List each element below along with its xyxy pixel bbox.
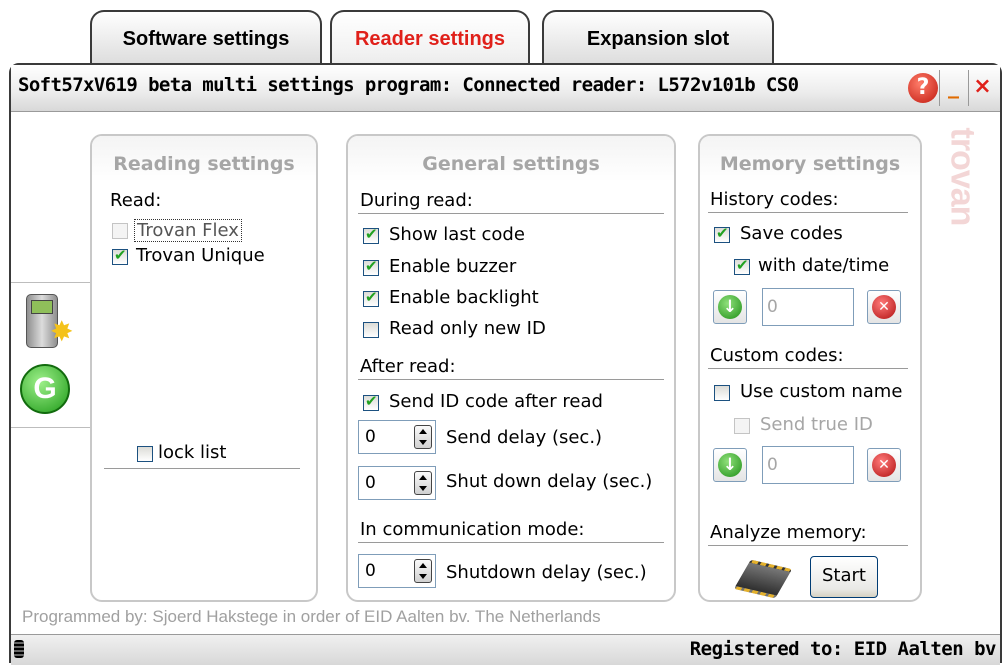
custom-divider	[708, 368, 908, 369]
after-divider	[358, 379, 664, 380]
send-true-id-checkbox[interactable]	[734, 418, 750, 434]
spin-arrows-icon[interactable]	[414, 471, 432, 495]
trovan-watermark: trovan	[932, 128, 992, 260]
close-icon: ×	[973, 74, 992, 99]
use-custom-name-checkbox[interactable]	[714, 385, 730, 401]
lock-list-label: lock list	[158, 442, 227, 463]
spin-arrows-icon[interactable]	[414, 425, 432, 449]
credits-text: Programmed by: Sjoerd Hakstege in order …	[22, 607, 601, 626]
spin-arrows-icon[interactable]	[414, 559, 432, 583]
send-delay-stepper[interactable]: 0	[358, 420, 436, 454]
after-read-label: After read:	[360, 356, 456, 377]
custom-count-field[interactable]: 0	[762, 446, 854, 484]
enable-backlight-label: Enable backlight	[389, 287, 539, 308]
enable-buzzer-label: Enable buzzer	[389, 256, 517, 277]
analyze-memory-label: Analyze memory:	[710, 522, 867, 543]
during-divider	[358, 213, 664, 214]
download-custom-button[interactable]	[713, 448, 747, 482]
show-last-code-label: Show last code	[389, 224, 525, 245]
shutdown-delay-label: Shut down delay (sec.)	[446, 471, 653, 492]
shutdown-delay-stepper[interactable]: 0	[358, 466, 436, 500]
history-divider	[708, 212, 908, 213]
clear-history-button[interactable]	[867, 290, 901, 324]
watermark-text: trovan	[943, 127, 982, 226]
tab-reader-settings[interactable]: Reader settings	[330, 10, 530, 66]
panel-title: Memory settings	[719, 153, 901, 175]
download-history-button[interactable]	[713, 290, 747, 324]
help-icon[interactable]: ?	[908, 73, 938, 103]
close-button[interactable]: ×	[968, 70, 996, 106]
grip-icon	[14, 640, 24, 658]
help-icon-glyph: ?	[916, 75, 930, 100]
reader-device-icon[interactable]: ✸	[22, 292, 74, 352]
shutdown-delay-value: 0	[365, 473, 376, 493]
window-title: Soft57xV619 beta multi settings program:…	[18, 74, 799, 96]
comm-shutdown-value: 0	[365, 561, 376, 581]
comm-divider	[358, 542, 664, 543]
start-button[interactable]: Start	[810, 556, 878, 598]
with-date-checkbox[interactable]	[734, 256, 750, 275]
go-icon[interactable]: G	[20, 364, 70, 414]
trovan-flex-label: Trovan Flex	[134, 219, 242, 242]
trovan-unique-checkbox[interactable]	[112, 246, 128, 265]
panel-title: General settings	[422, 153, 600, 175]
with-date-label: with date/time	[758, 255, 890, 276]
during-read-label: During read:	[360, 190, 473, 211]
comm-mode-label: In communication mode:	[360, 519, 585, 540]
analyze-divider	[708, 545, 908, 546]
show-last-code-checkbox[interactable]	[363, 225, 379, 244]
send-id-checkbox[interactable]	[363, 392, 379, 411]
reading-divider	[104, 468, 300, 469]
minimize-icon: _	[948, 74, 959, 99]
read-only-new-id-label: Read only new ID	[389, 318, 546, 339]
send-delay-value: 0	[365, 427, 376, 447]
comm-shutdown-stepper[interactable]: 0	[358, 554, 436, 588]
save-codes-checkbox[interactable]	[714, 224, 730, 243]
clear-custom-button[interactable]	[867, 448, 901, 482]
read-label: Read:	[110, 190, 162, 211]
read-only-new-id-checkbox[interactable]	[363, 322, 379, 338]
use-custom-name-label: Use custom name	[740, 381, 903, 402]
memory-chip-icon	[733, 558, 794, 599]
minimize-button[interactable]: _	[939, 70, 967, 106]
enable-buzzer-checkbox[interactable]	[363, 257, 379, 276]
save-codes-label: Save codes	[740, 223, 843, 244]
panel-title: Reading settings	[113, 153, 295, 175]
tab-software-settings[interactable]: Software settings	[90, 10, 322, 66]
trovan-unique-label: Trovan Unique	[136, 245, 265, 266]
lock-list-checkbox[interactable]	[137, 446, 153, 462]
send-id-label: Send ID code after read	[389, 391, 603, 412]
send-true-id-label: Send true ID	[760, 414, 873, 435]
enable-backlight-checkbox[interactable]	[363, 288, 379, 307]
comm-shutdown-label: Shutdown delay (sec.)	[446, 562, 647, 583]
history-codes-label: History codes:	[710, 189, 839, 210]
send-delay-label: Send delay (sec.)	[446, 427, 603, 448]
custom-codes-label: Custom codes:	[710, 345, 844, 366]
trovan-flex-checkbox[interactable]	[112, 223, 128, 239]
history-count-field[interactable]: 0	[762, 288, 854, 326]
tab-expansion-slot[interactable]: Expansion slot	[542, 10, 774, 66]
registered-text: Registered to: EID Aalten bv	[689, 638, 997, 660]
